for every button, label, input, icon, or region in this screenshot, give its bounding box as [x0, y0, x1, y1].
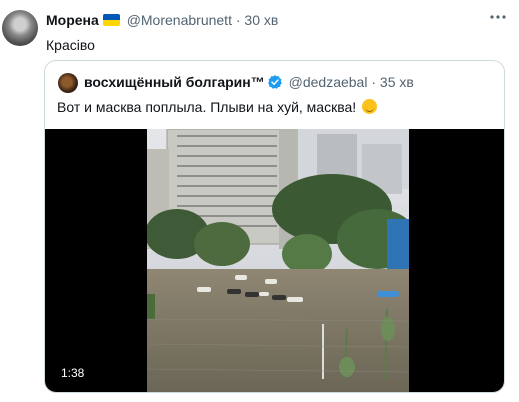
video-duration: 1:38	[55, 364, 91, 382]
quoted-avatar[interactable]	[58, 73, 78, 93]
separator-dot: ·	[235, 12, 241, 28]
ukraine-flag-icon	[102, 14, 120, 26]
quoted-separator-dot: ·	[371, 74, 377, 90]
more-options-icon[interactable]	[489, 8, 507, 31]
quoted-time[interactable]: 35 хв	[380, 74, 414, 90]
quoted-text-body: Вот и масква поплыла. Плыви на хуй, маск…	[57, 99, 357, 115]
avatar[interactable]	[2, 10, 38, 46]
author-name[interactable]: Морена	[46, 12, 99, 28]
quoted-author-name[interactable]: восхищённый болгарин™	[84, 74, 265, 90]
quoted-handle[interactable]: @dedzaebal	[289, 74, 368, 90]
tweet-header: Морена @Morenabrunett · 30 хв	[46, 12, 278, 28]
quoted-tweet[interactable]: восхищённый болгарин™ @dedzaebal · 35 хв…	[44, 60, 505, 393]
relieved-face-emoji	[362, 99, 378, 114]
flood-scene	[147, 129, 409, 392]
author-handle[interactable]: @Morenabrunett	[127, 12, 232, 28]
tweet-time[interactable]: 30 хв	[244, 12, 278, 28]
tweet-text: Красіво	[46, 37, 95, 53]
quoted-header: восхищённый болгарин™ @dedzaebal · 35 хв	[84, 74, 414, 93]
verified-badge-icon	[267, 74, 283, 93]
video-player[interactable]: mash 1:38	[45, 129, 504, 392]
video-frame: mash	[147, 129, 409, 392]
quoted-text: Вот и масква поплыла. Плыви на хуй, маск…	[57, 99, 378, 115]
